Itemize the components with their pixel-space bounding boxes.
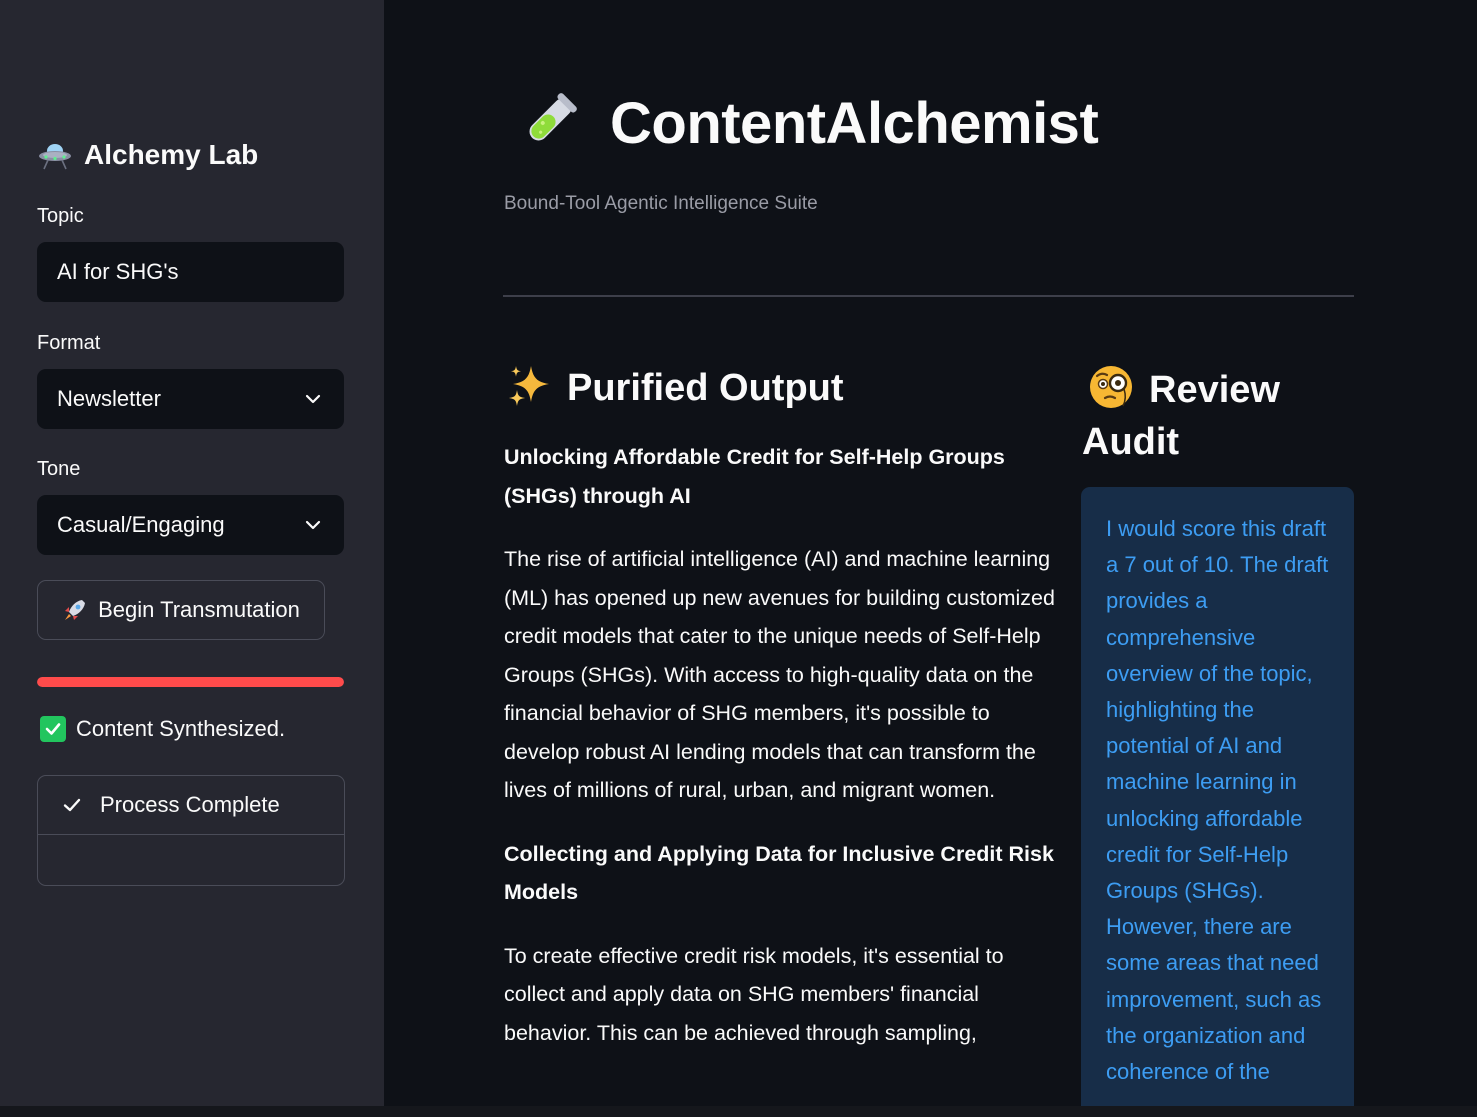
sidebar: Alchemy Lab Topic Format Newsletter Tone… [0, 0, 384, 1106]
article-heading: Collecting and Applying Data for Inclusi… [504, 841, 1054, 905]
article-heading: Unlocking Affordable Credit for Self-Hel… [504, 445, 1005, 508]
divider [503, 295, 1354, 297]
begin-transmutation-label: Begin Transmutation [98, 597, 300, 622]
page-title: ContentAlchemist [512, 88, 1099, 158]
progress-bar [37, 677, 344, 687]
review-audit-box: I would score this draft a 7 out of 10. … [1081, 487, 1354, 1117]
sidebar-title-text: Alchemy Lab [84, 139, 259, 170]
process-status-text: Process Complete [100, 792, 280, 817]
sparkles-icon [509, 366, 549, 406]
tone-select[interactable]: Casual/Engaging [37, 495, 344, 555]
monocle-face-icon [1090, 366, 1132, 408]
bottom-bar [0, 1106, 1477, 1117]
test-tube-icon [529, 93, 577, 141]
review-audit-heading: Review Audit [1082, 362, 1352, 468]
tone-label: Tone [37, 458, 81, 480]
format-selected-value: Newsletter [57, 386, 161, 411]
check-icon [63, 798, 81, 812]
page-subtitle: Bound-Tool Agentic Intelligence Suite [504, 193, 818, 214]
topic-input-wrapper[interactable] [37, 242, 344, 302]
format-label: Format [37, 332, 101, 354]
page-title-text: ContentAlchemist [610, 90, 1099, 156]
topic-input[interactable] [57, 259, 327, 285]
purified-output-heading-text: Purified Output [567, 367, 844, 409]
topic-label: Topic [37, 205, 84, 227]
begin-transmutation-button[interactable]: Begin Transmutation [37, 580, 325, 640]
synth-status-text: Content Synthesized. [76, 716, 286, 741]
progress-bar-fill [37, 677, 344, 687]
chevron-down-icon [305, 394, 321, 404]
rocket-icon [65, 600, 86, 620]
app: Alchemy Lab Topic Format Newsletter Tone… [0, 0, 1477, 1117]
sidebar-title: Alchemy Lab [38, 138, 258, 172]
tone-selected-value: Casual/Engaging [57, 512, 225, 537]
ufo-icon [39, 144, 71, 170]
check-mark-button-icon [40, 716, 66, 742]
article-content: Unlocking Affordable Credit for Self-Hel… [504, 438, 1064, 1077]
synth-status: Content Synthesized. [40, 716, 285, 742]
review-audit-text: I would score this draft a 7 out of 10. … [1106, 516, 1329, 1085]
purified-output-heading: Purified Output [507, 362, 844, 410]
chevron-down-icon [305, 520, 321, 530]
format-select[interactable]: Newsletter [37, 369, 344, 429]
process-status-header[interactable]: Process Complete [38, 776, 344, 835]
process-status-expander[interactable]: Process Complete [37, 775, 345, 886]
article-paragraph: To create effective credit risk models, … [504, 943, 1004, 1045]
article-paragraph: The rise of artificial intelligence (AI)… [504, 547, 1055, 802]
